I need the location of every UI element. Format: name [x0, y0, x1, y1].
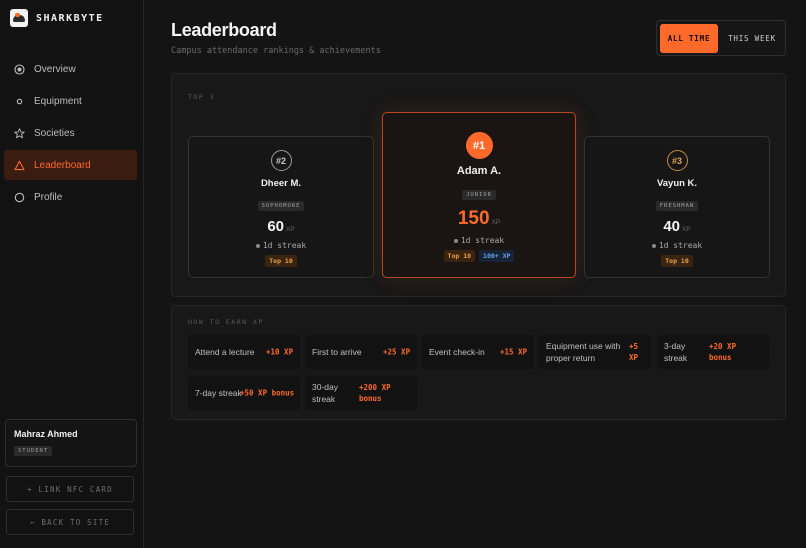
page-subtitle: Campus attendance rankings & achievement… [171, 46, 381, 56]
sidebar-item-equipment[interactable]: Equipment [4, 86, 137, 116]
streak-label: 1d streak [585, 241, 769, 250]
top3-label: TOP 3 [188, 93, 216, 101]
rank-badge: #1 [465, 132, 493, 159]
back-to-site-button[interactable]: ← BACK TO SITE [6, 509, 134, 535]
streak-label: 1d streak [189, 241, 373, 250]
achievement-badges: Top 10 [585, 255, 769, 267]
player-name: Adam A. [456, 165, 502, 177]
top10-badge: Top 10 [265, 255, 297, 267]
year-badge: FRESHMAN [655, 201, 699, 211]
earn-item: Attend a lecture +10 XP [188, 335, 300, 369]
sidebar-item-label: Societies [34, 127, 75, 139]
rank-badge: #2 [270, 150, 292, 171]
sidebar: SHARKBYTE Overview Equipment Societies L… [0, 0, 144, 548]
earn-item: First to arrive +25 XP [305, 335, 417, 369]
all-time-button[interactable]: ALL TIME [660, 24, 718, 53]
brand[interactable]: SHARKBYTE [10, 9, 104, 27]
sidebar-item-label: Equipment [34, 95, 82, 107]
sidebar-nav: Overview Equipment Societies Leaderboard… [4, 54, 137, 214]
target-icon [14, 63, 25, 75]
podium-card-second[interactable]: #2 Dheer M. SOPHOMORE 60 XP 1d streak Top… [188, 136, 374, 278]
earn-item: 30-day streak +200 XP bonus [305, 376, 417, 410]
earn-item: 7-day streak +50 XP bonus [188, 376, 300, 410]
link-nfc-card-button[interactable]: + LINK NFC CARD [6, 476, 134, 502]
sidebar-item-profile[interactable]: Profile [4, 182, 137, 212]
earn-item: Equipment use with proper return +5 XP [539, 335, 651, 369]
podium-card-first[interactable]: #1 Adam A. JUNIOR 150 XP 1d streak Top 10… [382, 112, 576, 278]
achievement-badges: Top 10 [189, 255, 373, 267]
user-card[interactable]: Mahraz Ahmed STUDENT [5, 419, 137, 467]
top3-panel: TOP 3 #2 Dheer M. SOPHOMORE 60 XP 1d stre… [171, 73, 786, 297]
xp-value: 150 XP [457, 208, 501, 229]
star-icon [14, 127, 25, 139]
dot-icon [14, 96, 25, 107]
podium-card-third[interactable]: #3 Vayun K. FRESHMAN 40 XP 1d streak Top … [584, 136, 770, 278]
sidebar-item-societies[interactable]: Societies [4, 118, 137, 148]
player-name: Dheer M. [260, 178, 302, 189]
streak-label: 1d streak [383, 236, 575, 245]
top10-badge: Top 10 [661, 255, 693, 267]
xp-value: 40 XP [663, 218, 691, 235]
rank-badge: #3 [666, 150, 688, 171]
earn-xp-panel: HOW TO EARN XP Attend a lecture +10 XP F… [171, 305, 786, 420]
earn-xp-label: HOW TO EARN XP [188, 318, 264, 326]
earn-item: 3-day streak +20 XP bonus [657, 335, 769, 369]
brand-name: SHARKBYTE [36, 12, 104, 24]
circle-icon [14, 192, 25, 203]
sidebar-item-label: Leaderboard [34, 159, 91, 171]
shark-logo-icon [10, 9, 28, 27]
this-week-button[interactable]: THIS WEEK [721, 24, 783, 53]
page-title: Leaderboard [171, 20, 277, 40]
user-name: Mahraz Ahmed [14, 429, 78, 439]
sidebar-item-leaderboard[interactable]: Leaderboard [4, 150, 137, 180]
year-badge: JUNIOR [462, 190, 496, 200]
earn-item: Event check-in +15 XP [422, 335, 534, 369]
sidebar-item-label: Overview [34, 63, 76, 75]
xp-value: 60 XP [267, 218, 295, 235]
sidebar-item-overview[interactable]: Overview [4, 54, 137, 84]
sidebar-item-label: Profile [34, 191, 63, 203]
top10-badge: Top 10 [443, 250, 476, 262]
user-role-badge: STUDENT [14, 446, 53, 456]
xp100-badge: 100+ XP [479, 250, 515, 262]
time-filter: ALL TIME THIS WEEK [656, 20, 786, 56]
year-badge: SOPHOMORE [257, 201, 305, 211]
triangle-icon [14, 160, 25, 171]
achievement-badges: Top 10 100+ XP [383, 250, 575, 262]
player-name: Vayun K. [656, 178, 698, 189]
